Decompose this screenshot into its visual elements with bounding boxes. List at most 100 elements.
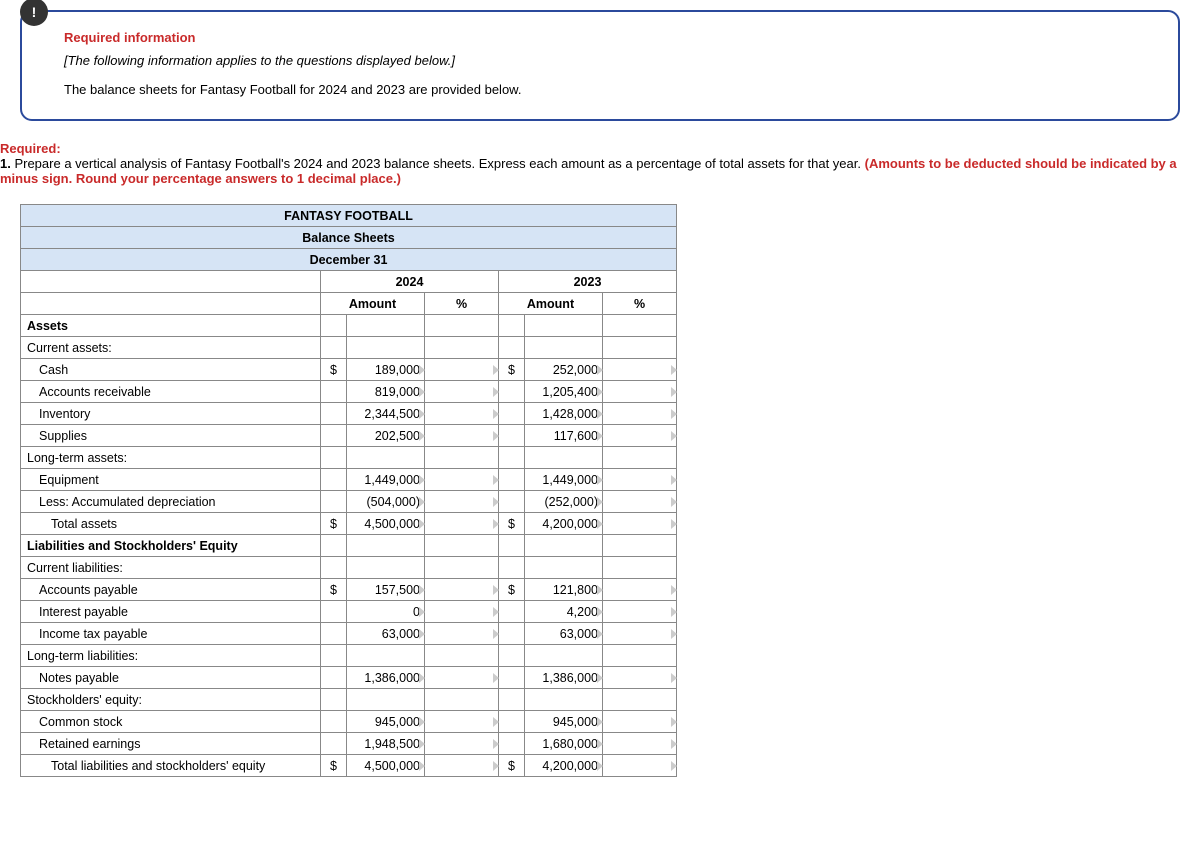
pct-2024-ar[interactable] [425, 381, 499, 403]
pct-2024-inv[interactable] [425, 403, 499, 425]
current-liab-section: Current liabilities: [21, 557, 321, 579]
pct-2023-inv[interactable] [603, 403, 677, 425]
pct-2023-cash[interactable] [603, 359, 677, 381]
amount-2024-accdep[interactable]: (504,000) [347, 491, 425, 513]
year-2023-header: 2023 [499, 271, 677, 293]
amount-2023-itp[interactable]: 63,000 [525, 623, 603, 645]
pct-2023-ta[interactable] [603, 513, 677, 535]
row-label-ar: Accounts receivable [21, 381, 321, 403]
pct-2024-cs[interactable] [425, 711, 499, 733]
dollar-sign: $ [321, 359, 347, 381]
row-label-sup: Supplies [21, 425, 321, 447]
row-label-np: Notes payable [21, 667, 321, 689]
company-name: FANTASY FOOTBALL [21, 205, 677, 227]
pct-2023-ar[interactable] [603, 381, 677, 403]
row-label-cash: Cash [21, 359, 321, 381]
dollar-sign: $ [499, 359, 525, 381]
pct-2023-ip[interactable] [603, 601, 677, 623]
amount-2024-re[interactable]: 1,948,500 [347, 733, 425, 755]
amount-2024-cs[interactable]: 945,000 [347, 711, 425, 733]
amount-2023-inv[interactable]: 1,428,000 [525, 403, 603, 425]
pct-2023-np[interactable] [603, 667, 677, 689]
required-number: 1. [0, 156, 11, 171]
amount-2024-ar[interactable]: 819,000 [347, 381, 425, 403]
applies-note: [The following information applies to th… [64, 53, 1146, 68]
intro-text: The balance sheets for Fantasy Football … [64, 82, 1146, 97]
amount-2023-ar[interactable]: 1,205,400 [525, 381, 603, 403]
amount-2024-ta[interactable]: 4,500,000 [347, 513, 425, 535]
amount-2023-ip[interactable]: 4,200 [525, 601, 603, 623]
row-label-accdep: Less: Accumulated depreciation [21, 491, 321, 513]
dollar-sign: $ [499, 579, 525, 601]
amount-2023-ap[interactable]: 121,800 [525, 579, 603, 601]
pct-2024-ip[interactable] [425, 601, 499, 623]
pct-2023-tle[interactable] [603, 755, 677, 777]
longterm-liab-section: Long-term liabilities: [21, 645, 321, 667]
pct-header-2024: % [425, 293, 499, 315]
pct-2023-sup[interactable] [603, 425, 677, 447]
pct-2024-itp[interactable] [425, 623, 499, 645]
dollar-sign: $ [321, 579, 347, 601]
amount-2024-inv[interactable]: 2,344,500 [347, 403, 425, 425]
pct-2023-cs[interactable] [603, 711, 677, 733]
balance-sheet-table: FANTASY FOOTBALL Balance Sheets December… [20, 204, 677, 777]
pct-2024-tle[interactable] [425, 755, 499, 777]
row-label-tle: Total liabilities and stockholders' equi… [21, 755, 321, 777]
current-assets-section: Current assets: [21, 337, 321, 359]
longterm-assets-section: Long-term assets: [21, 447, 321, 469]
amount-2024-ip[interactable]: 0 [347, 601, 425, 623]
amount-2023-cs[interactable]: 945,000 [525, 711, 603, 733]
equity-section: Stockholders' equity: [21, 689, 321, 711]
pct-2023-accdep[interactable] [603, 491, 677, 513]
amount-2024-itp[interactable]: 63,000 [347, 623, 425, 645]
amount-2023-re[interactable]: 1,680,000 [525, 733, 603, 755]
year-2024-header: 2024 [321, 271, 499, 293]
pct-2024-ap[interactable] [425, 579, 499, 601]
dollar-sign: $ [321, 513, 347, 535]
pct-2023-equip[interactable] [603, 469, 677, 491]
amount-2023-np[interactable]: 1,386,000 [525, 667, 603, 689]
pct-2023-ap[interactable] [603, 579, 677, 601]
amount-2023-sup[interactable]: 117,600 [525, 425, 603, 447]
amount-header-2024: Amount [321, 293, 425, 315]
amount-2024-ap[interactable]: 157,500 [347, 579, 425, 601]
pct-2024-cash[interactable] [425, 359, 499, 381]
amount-2023-equip[interactable]: 1,449,000 [525, 469, 603, 491]
dollar-sign: $ [499, 755, 525, 777]
pct-2024-re[interactable] [425, 733, 499, 755]
pct-2024-sup[interactable] [425, 425, 499, 447]
amount-2024-np[interactable]: 1,386,000 [347, 667, 425, 689]
amount-2023-accdep[interactable]: (252,000) [525, 491, 603, 513]
row-label-ip: Interest payable [21, 601, 321, 623]
required-information-box: ! Required information [The following in… [20, 10, 1180, 121]
amount-2023-ta[interactable]: 4,200,000 [525, 513, 603, 535]
pct-2024-ta[interactable] [425, 513, 499, 535]
row-label-inv: Inventory [21, 403, 321, 425]
liab-equity-section: Liabilities and Stockholders' Equity [21, 535, 321, 557]
required-info-title: Required information [64, 30, 1146, 45]
amount-2024-tle[interactable]: 4,500,000 [347, 755, 425, 777]
required-instructions: Required: 1. Prepare a vertical analysis… [0, 141, 1180, 186]
row-label-itp: Income tax payable [21, 623, 321, 645]
row-label-equip: Equipment [21, 469, 321, 491]
required-header: Required: [0, 141, 61, 156]
amount-header-2023: Amount [499, 293, 603, 315]
required-text: Prepare a vertical analysis of Fantasy F… [11, 156, 865, 171]
pct-2024-accdep[interactable] [425, 491, 499, 513]
amount-2024-sup[interactable]: 202,500 [347, 425, 425, 447]
amount-2024-equip[interactable]: 1,449,000 [347, 469, 425, 491]
assets-section: Assets [21, 315, 321, 337]
amount-2024-cash[interactable]: 189,000 [347, 359, 425, 381]
pct-2024-equip[interactable] [425, 469, 499, 491]
alert-icon: ! [20, 0, 48, 26]
dollar-sign: $ [321, 755, 347, 777]
row-label-re: Retained earnings [21, 733, 321, 755]
pct-2024-np[interactable] [425, 667, 499, 689]
statement-name: Balance Sheets [21, 227, 677, 249]
row-label-cs: Common stock [21, 711, 321, 733]
amount-2023-cash[interactable]: 252,000 [525, 359, 603, 381]
amount-2023-tle[interactable]: 4,200,000 [525, 755, 603, 777]
pct-2023-itp[interactable] [603, 623, 677, 645]
pct-2023-re[interactable] [603, 733, 677, 755]
pct-header-2023: % [603, 293, 677, 315]
